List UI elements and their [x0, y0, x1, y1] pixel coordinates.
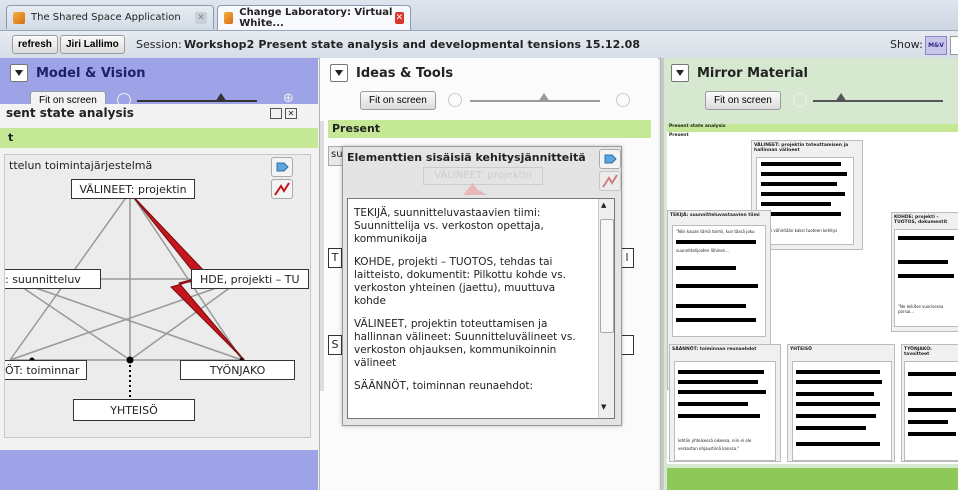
panel-header: Ideas & Tools — [320, 58, 658, 88]
mirror-card-title: TYÖNJAKO: tavoitteet — [904, 347, 932, 357]
dropdown-toggle-icon[interactable] — [671, 64, 689, 82]
node-rules[interactable]: ÖT: toiminnar — [5, 360, 87, 380]
mirror-canvas: Present state analysis Present VÄLINEET:… — [667, 124, 958, 464]
zoom-slider-thumb[interactable] — [538, 93, 550, 102]
minimize-icon[interactable] — [270, 108, 282, 119]
close-icon[interactable]: ✕ — [285, 108, 297, 119]
refresh-button[interactable]: refresh — [12, 35, 58, 54]
panel-title: Mirror Material — [697, 65, 808, 81]
mirror-card[interactable]: KOHDE: projekti – TUOTOS, dokumentit "Ne… — [891, 212, 958, 332]
mirror-card-body: "Ne leikitse vuorisessa porsai... — [894, 229, 958, 327]
activity-system-card: ttelun toimintajärjestelmä VÄLINEET: pro… — [4, 154, 311, 438]
app-favicon-icon — [224, 12, 234, 24]
snippet: "Niin kauan tämä toimii, kun tässä joku — [676, 229, 755, 234]
snippet: "Ne leikitse vuorisessa porsai... — [898, 304, 944, 314]
tension-chart-icon[interactable] — [599, 171, 621, 191]
node-community[interactable]: YHTEISÖ — [73, 399, 195, 421]
snippet: lehtiin yhteisessä oikeesa, niin ei ole — [678, 438, 752, 443]
mirror-card-body — [792, 361, 892, 461]
mirror-card-title: YHTEISÖ — [790, 347, 812, 352]
note-text-area[interactable]: TEKIJÄ, suunnitteluvastaavien tiimi: Suu… — [347, 198, 615, 419]
mirror-card-body: "Niin kauan tämä toimii, kun tässä joku … — [672, 225, 766, 337]
browser-tab-bar: The Shared Space Application ✕ Change La… — [0, 0, 958, 31]
fit-on-screen-button[interactable]: Fit on screen — [705, 91, 781, 110]
session-label: Session: — [136, 38, 182, 51]
section-band: t — [0, 128, 318, 148]
zoom-in-icon[interactable] — [616, 93, 630, 107]
show-ideas-toggle[interactable] — [950, 36, 958, 55]
note-paragraph: VÄLINEET, projektin toteuttamisen ja hal… — [354, 318, 576, 369]
tag-icon[interactable] — [599, 149, 621, 169]
panel-title: Model & Vision — [36, 65, 146, 81]
canvas-subtitle: sent state analysis — [6, 106, 134, 120]
zoom-out-icon[interactable] — [793, 93, 807, 107]
note-paragraph: SÄÄNNÖT, toiminnan reunaehdot: — [354, 380, 534, 392]
node-subject[interactable]: : suunnitteluv — [5, 269, 101, 289]
section-band: Present — [328, 120, 651, 138]
card-edge — [620, 335, 634, 355]
mirror-card[interactable]: SÄÄNNÖT: toiminnan reunaehdot lehtiin yh… — [669, 344, 781, 462]
mirror-card[interactable]: TYÖNJAKO: tavoitteet — [901, 344, 958, 462]
card-edge: T — [328, 248, 342, 268]
panel-header: Model & Vision — [0, 58, 318, 88]
zoom-slider[interactable] — [470, 100, 600, 102]
scroll-thumb[interactable] — [600, 219, 614, 333]
card-edge: l — [620, 248, 634, 268]
note-paragraph: TEKIJÄ, suunnitteluvastaavien tiimi: Suu… — [354, 207, 544, 245]
show-model-vision-toggle[interactable]: M&V — [925, 36, 947, 55]
mirror-card-title: TEKIJÄ: suunnitteluvastaavien tiimi — [670, 213, 760, 218]
scroll-up-icon[interactable]: ▲ — [601, 201, 606, 209]
mirror-material-panel: Mirror Material Fit on screen Present st… — [660, 58, 958, 490]
mirror-footer-band — [667, 468, 958, 490]
note-paragraph: KOHDE, projekti – TUOTOS, tehdas tai lai… — [354, 256, 566, 307]
tab-title: The Shared Space Application — [31, 12, 181, 23]
browser-tab-change-lab[interactable]: Change Laboratory: Virtual White... ✕ — [217, 5, 411, 30]
model-canvas: sent state analysis ✕ t ttelun toimintaj… — [0, 104, 318, 450]
dropdown-toggle-icon[interactable] — [330, 64, 348, 82]
mirror-card-body — [904, 361, 958, 461]
panel-header: Mirror Material — [661, 58, 958, 88]
node-tools[interactable]: VÄLINEET: projektin — [71, 179, 195, 199]
zoom-slider-thumb[interactable] — [215, 93, 227, 102]
panel-title: Ideas & Tools — [356, 65, 454, 81]
doc-header: Present state analysis — [667, 124, 958, 132]
user-button[interactable]: Jiri Lallimo — [60, 35, 125, 54]
node-object[interactable]: HDE, projekti – TU — [191, 269, 309, 289]
card-edge: S — [328, 335, 342, 355]
dropdown-toggle-icon[interactable] — [10, 64, 28, 82]
note-scrollbar[interactable]: ▲ ▼ — [598, 199, 614, 418]
close-tab-icon[interactable]: ✕ — [394, 12, 404, 24]
ghost-tension-mark — [463, 183, 487, 195]
snippet: suunnittelijoiden lähinen... — [676, 248, 730, 253]
doc-subheader: Present — [669, 133, 689, 138]
zoom-slider[interactable] — [137, 100, 257, 102]
panel-splitter[interactable] — [320, 121, 324, 391]
mirror-card-title: KOHDE: projekti – TUOTOS, dokumentit — [894, 215, 948, 225]
close-tab-icon[interactable]: ✕ — [195, 11, 207, 24]
tension-note-card[interactable]: Elementtien sisäisiä kehitysjännitteitä … — [342, 146, 622, 426]
node-division-of-labour[interactable]: TYÖNJAKO — [180, 360, 295, 380]
snippet: Vaatii vähintään kaksi tuoteen kehitys — [761, 228, 838, 233]
mirror-card[interactable]: YHTEISÖ — [787, 344, 895, 462]
note-text: TEKIJÄ, suunnitteluvastaavien tiimi: Suu… — [354, 207, 590, 393]
panel-splitter[interactable] — [661, 58, 664, 490]
scroll-down-icon[interactable]: ▼ — [601, 403, 606, 411]
mirror-card-body: lehtiin yhteisessä oikeesa, niin ei ole … — [674, 361, 776, 461]
model-vision-panel: Model & Vision Fit on screen ⊕ sent stat… — [0, 58, 318, 490]
app-toolbar: refresh Jiri Lallimo Session: Workshop2 … — [0, 31, 958, 59]
session-name: Workshop2 Present state analysis and dev… — [184, 38, 641, 51]
mirror-card-title: SÄÄNNÖT: toiminnan reunaehdot — [672, 347, 757, 352]
browser-tab-shared-space[interactable]: The Shared Space Application ✕ — [6, 5, 214, 29]
app-favicon-icon — [13, 11, 25, 24]
show-label: Show: — [890, 38, 923, 51]
card-title: Elementtien sisäisiä kehitysjännitteitä — [347, 151, 586, 164]
mirror-card-title: VÄLINEET: projektin toteuttamisen ja hal… — [754, 143, 849, 153]
ideas-tools-panel: Ideas & Tools Fit on screen Present su T… — [319, 58, 658, 490]
zoom-slider-thumb[interactable] — [835, 93, 847, 102]
zoom-out-icon[interactable] — [448, 93, 462, 107]
zoom-slider[interactable] — [813, 100, 943, 102]
tab-title: Change Laboratory: Virtual White... — [239, 7, 393, 29]
snippet: verkoston ohjaustiinä kanssa." — [678, 446, 740, 451]
fit-on-screen-button[interactable]: Fit on screen — [360, 91, 436, 110]
